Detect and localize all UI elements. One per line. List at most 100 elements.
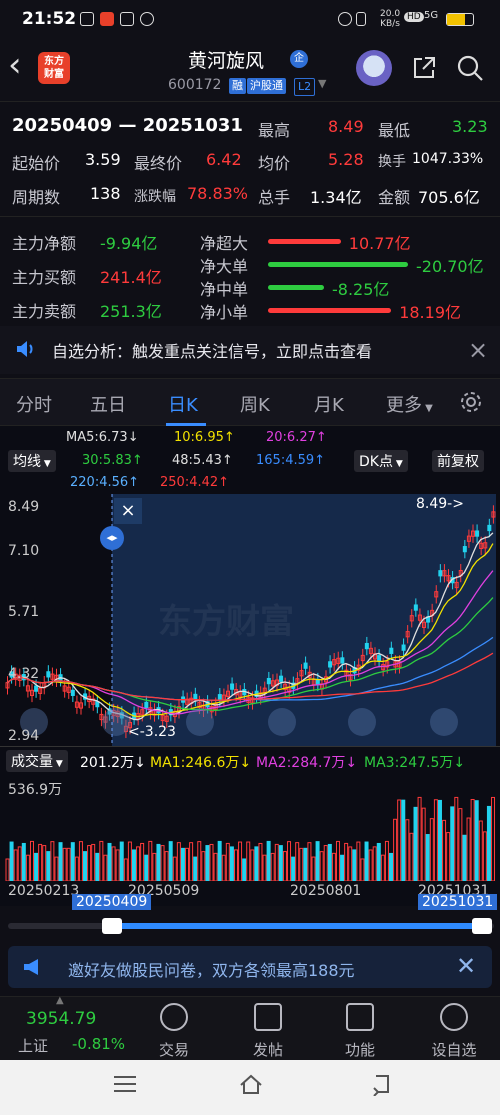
volume-bar (107, 842, 112, 881)
eastmoney-logo: 东方 财富 (38, 52, 70, 84)
volume-bar (491, 796, 496, 881)
menu-icon[interactable] (114, 1076, 136, 1092)
volume-bar (46, 851, 51, 881)
chevron-up-icon[interactable]: ▲ (56, 995, 64, 1006)
volume-chart[interactable]: 成交量 ▼ 201.2万↓ MA1:246.6万↓ MA2:284.7万↓ MA… (0, 746, 500, 906)
promo-banner[interactable]: 邀好友做股民问卷，双方各领最高188元 ✕ (8, 946, 492, 988)
chart-control-button[interactable] (268, 708, 296, 736)
volume-bar (83, 851, 88, 881)
range-end-label: 20251031 (418, 894, 498, 910)
share-icon[interactable] (410, 54, 438, 82)
volume-bar (425, 834, 430, 881)
back-icon[interactable]: ‹ (8, 48, 22, 82)
tab-daily-k[interactable]: 日K (168, 391, 198, 417)
volume-bar (482, 831, 487, 881)
volume-bar (99, 840, 104, 881)
tab-monthly-k[interactable]: 月K (314, 391, 344, 417)
volume-bar (38, 843, 43, 881)
speaker-icon (14, 338, 36, 360)
volume-bar (29, 840, 34, 881)
chart-control-button[interactable] (102, 708, 130, 736)
volume-bar (352, 849, 357, 881)
function-grid-icon[interactable] (346, 1003, 374, 1031)
assistant-robot-icon[interactable] (356, 50, 392, 86)
volume-bar (437, 799, 442, 881)
status-time: 21:52 (22, 9, 77, 29)
tag-stock-connect: 沪股通 (247, 78, 286, 94)
candle (340, 657, 345, 664)
candle (303, 662, 308, 669)
gear-icon[interactable] (458, 389, 484, 415)
y-label-2: 7.10 (8, 543, 40, 559)
alert-text: 自选分析：触发重点关注信号，立即点击查看 (52, 342, 373, 361)
end-price: 6.42 (206, 150, 242, 169)
total-hands-label: 总手 (258, 188, 291, 207)
tab-5day[interactable]: 五日 (90, 391, 126, 417)
ma20-label: 20:6.27↑ (266, 430, 327, 445)
volume-bar (446, 832, 451, 881)
volume-bar (250, 849, 255, 881)
volume-bar (315, 841, 320, 881)
volume-bar (21, 842, 26, 881)
dk-button[interactable]: DK点 ▼ (354, 450, 408, 472)
back-nav-icon[interactable] (370, 1072, 394, 1097)
chart-control-button[interactable] (430, 708, 458, 736)
ma5-label: MA5:6.73↓ (66, 430, 139, 445)
start-price: 3.59 (85, 150, 121, 169)
candle (279, 675, 284, 682)
add-watchlist-button[interactable]: 设自选 (424, 1039, 484, 1060)
ma30-label: 30:5.83↑ (82, 453, 143, 468)
volume-bar (360, 858, 365, 881)
volume-bar (303, 847, 308, 881)
search-icon[interactable] (456, 54, 484, 82)
function-button[interactable]: 功能 (330, 1039, 390, 1060)
volume-bar (356, 841, 361, 881)
notification-icon (80, 12, 94, 26)
close-range-icon[interactable]: × (114, 498, 142, 524)
fund-row-value: -8.25亿 (332, 280, 390, 299)
volume-bar (123, 858, 128, 881)
period: 138 (90, 184, 121, 203)
total-hands: 1.34亿 (310, 188, 362, 207)
range-handle-left-icon[interactable]: ◂▸ (100, 526, 124, 550)
fund-row-value: 10.77亿 (348, 234, 411, 253)
close-icon[interactable]: × (468, 336, 488, 364)
post-icon[interactable] (254, 1003, 282, 1031)
tag-l2: L2 (294, 78, 316, 96)
volume-bar (115, 849, 120, 881)
volume-bar (462, 834, 467, 881)
avg-price: 5.28 (328, 150, 364, 169)
ma10-label: 10:6.95↑ (174, 430, 235, 445)
index-value[interactable]: 3954.79 (26, 1009, 96, 1029)
stock-name: 黄河旋风 (188, 50, 265, 72)
chart-control-button[interactable] (348, 708, 376, 736)
home-icon[interactable] (238, 1072, 264, 1098)
range-handle-end[interactable] (472, 918, 492, 934)
post-button[interactable]: 发帖 (238, 1039, 298, 1060)
tab-more[interactable]: 更多 ▼ (386, 391, 433, 417)
range-handle-start[interactable] (102, 918, 122, 934)
ma-toggle-button[interactable]: 均线 ▼ (8, 450, 56, 472)
volume-bar (111, 846, 116, 881)
vibrate-icon (356, 12, 366, 26)
trade-button[interactable]: 交易 (144, 1039, 204, 1060)
volume-bar (127, 841, 132, 881)
volume-bar (70, 842, 75, 881)
range-slider[interactable]: 20250409 20251031 (0, 894, 500, 940)
alert-bar[interactable]: 自选分析：触发重点关注信号，立即点击查看 × (0, 326, 500, 374)
tab-intraday[interactable]: 分时 (16, 391, 52, 417)
adjust-button[interactable]: 前复权 (432, 450, 484, 472)
chevron-down-icon[interactable]: ▼ (318, 77, 326, 90)
volume-plot[interactable] (0, 793, 500, 881)
trade-icon[interactable] (160, 1003, 188, 1031)
more-dots-icon[interactable] (440, 1003, 468, 1031)
main-buy: 241.4亿 (100, 268, 162, 287)
volume-indicator-button[interactable]: 成交量 ▼ (6, 750, 68, 772)
banner-close-icon[interactable]: ✕ (456, 952, 476, 980)
tab-weekly-k[interactable]: 周K (240, 391, 270, 417)
volume-bar (164, 851, 169, 881)
chart-control-button[interactable] (186, 708, 214, 736)
volume-bar (238, 841, 243, 881)
kline-chart[interactable]: MA5:6.73↓ 10:6.95↑ 20:6.27↑ 均线 ▼ 30:5.83… (0, 426, 500, 746)
y-label-1: 8.49 (8, 499, 40, 515)
